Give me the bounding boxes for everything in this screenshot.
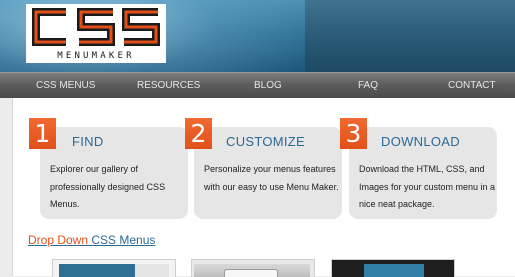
dropdown-menus-link[interactable]: Drop Down CSS Menus xyxy=(28,233,155,247)
main-nav: CSS MENUS RESOURCES BLOG FAQ CONTACT xyxy=(0,72,515,98)
nav-item-contact[interactable]: CONTACT xyxy=(448,73,496,99)
step-title: FIND xyxy=(72,134,104,149)
logo-letters xyxy=(26,4,166,50)
step-description: Personalize your menus features with our… xyxy=(204,164,339,192)
menu-thumbnail-2[interactable] xyxy=(191,259,315,277)
menu-thumbnail-1[interactable] xyxy=(52,259,176,277)
nav-item-resources[interactable]: RESOURCES xyxy=(137,73,200,99)
section-title-rest: CSS Menus xyxy=(88,233,156,247)
thumbnail-menu-bar xyxy=(364,264,424,277)
header-dark-panel xyxy=(305,0,515,72)
step-number-badge: 1 xyxy=(29,118,56,149)
step-title: CUSTOMIZE xyxy=(226,134,306,149)
menu-thumbnail-3[interactable] xyxy=(331,259,455,277)
step-number-badge: 3 xyxy=(340,118,367,149)
section-title-highlight: Drop Down xyxy=(28,233,89,247)
step-description: Download the HTML, CSS, and Images for y… xyxy=(359,164,496,209)
nav-item-faq[interactable]: FAQ xyxy=(358,73,378,99)
step-description: Explorer our gallery of professionally d… xyxy=(50,164,166,209)
thumbnail-menu-bar xyxy=(59,264,135,277)
site-header: MENUMAKER xyxy=(0,0,515,72)
step-number-badge: 2 xyxy=(185,118,212,149)
thumbnail-menu-item xyxy=(135,264,169,277)
logo-subtitle: MENUMAKER xyxy=(26,50,166,63)
step-title: DOWNLOAD xyxy=(381,134,460,149)
nav-item-css-menus[interactable]: CSS MENUS xyxy=(36,73,95,99)
site-logo[interactable]: MENUMAKER xyxy=(26,4,166,66)
nav-item-blog[interactable]: BLOG xyxy=(254,73,282,99)
